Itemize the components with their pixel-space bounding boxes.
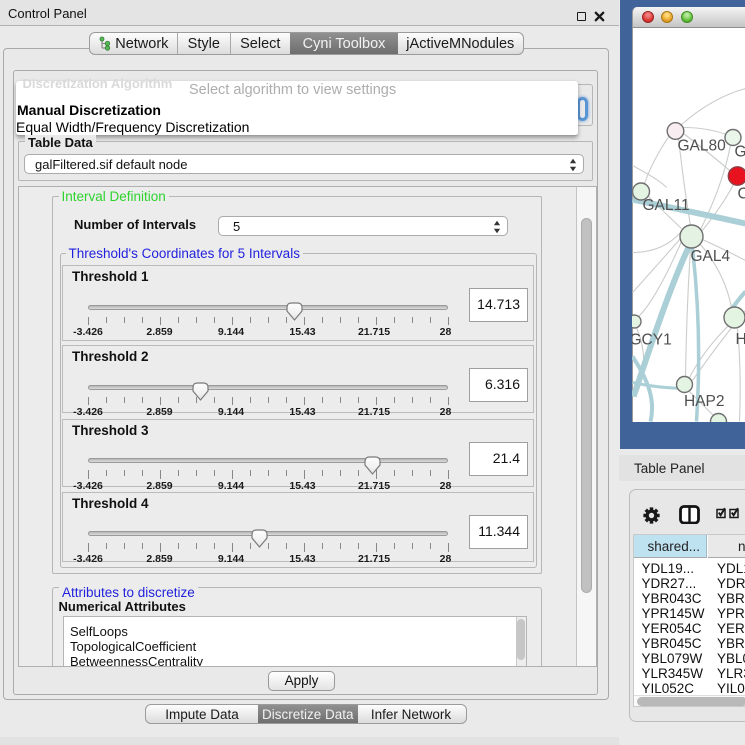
svg-text:GAL11: GAL11 (642, 197, 689, 214)
svg-text:HAP2: HAP2 (684, 393, 725, 410)
svg-text:C: C (737, 185, 745, 202)
svg-text:G.: G. (734, 143, 745, 160)
svg-text:H: H (735, 331, 745, 348)
svg-text:GAL4: GAL4 (690, 248, 730, 265)
svg-text:GAL80: GAL80 (677, 137, 726, 154)
svg-text:GCY1: GCY1 (632, 331, 672, 348)
